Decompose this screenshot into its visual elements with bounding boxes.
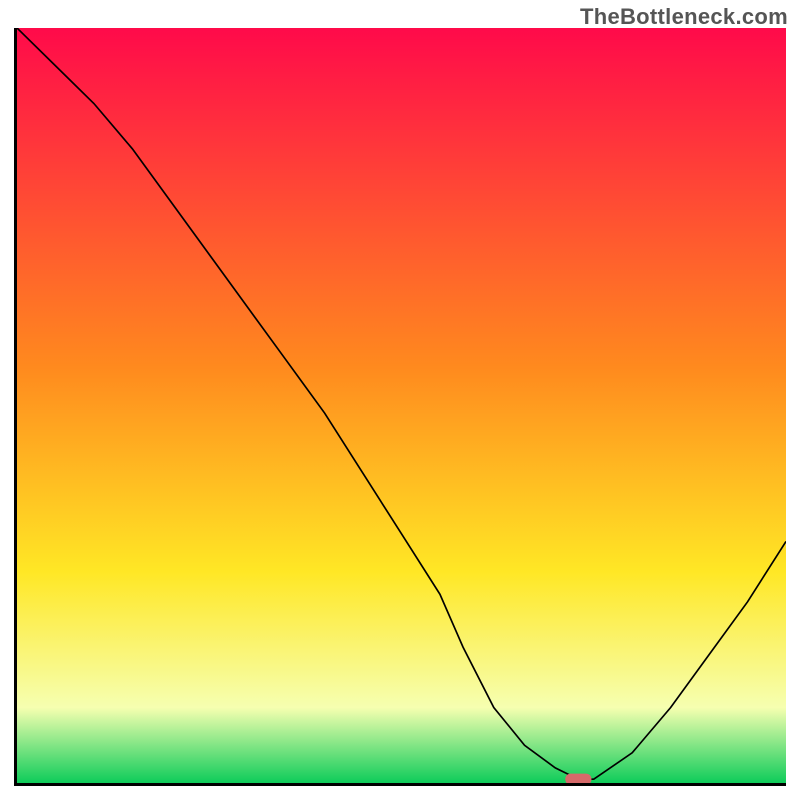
optimal-marker <box>565 774 591 783</box>
chart-container: TheBottleneck.com <box>0 0 800 800</box>
background-gradient <box>17 28 786 783</box>
watermark-text: TheBottleneck.com <box>580 4 788 30</box>
chart-svg <box>17 28 786 783</box>
plot-area <box>14 28 786 786</box>
